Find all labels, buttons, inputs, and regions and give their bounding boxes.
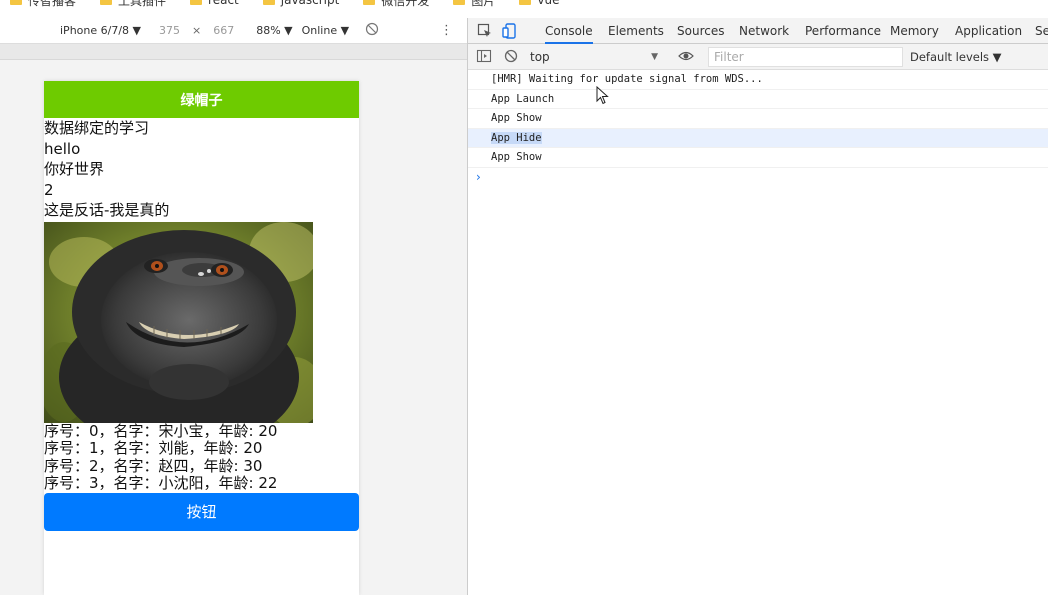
selected-text: App Hide — [491, 131, 542, 144]
folder-icon — [100, 0, 113, 5]
folder-icon — [190, 0, 203, 5]
tab-security[interactable]: Se — [1035, 24, 1048, 38]
dimension-separator: × — [192, 24, 202, 37]
bookmarks-bar: 传智播客 工具插件 react javascript 微信开发 图片 vue — [0, 0, 1048, 10]
console-output: [HMR] Waiting for update signal from WDS… — [468, 70, 1048, 186]
phone-viewport: 绿帽子 数据绑定的学习 hello 你好世界 2 这是反话-我是真的 序号：0，… — [44, 81, 359, 595]
bookmark-label: react — [208, 0, 239, 7]
eye-icon[interactable] — [678, 48, 694, 64]
list-item: 序号：2，名字：赵四，年龄: 30 — [44, 456, 263, 475]
text-line: 数据绑定的学习 — [44, 119, 150, 137]
list-item: 序号：0，名字：宋小宝，年龄: 20 — [44, 421, 278, 440]
tab-application[interactable]: Application — [955, 24, 1022, 38]
context-select[interactable]: top ▼ — [530, 48, 662, 66]
nav-bar: 绿帽子 — [44, 81, 359, 118]
more-options-icon[interactable]: ⋮ — [440, 23, 453, 38]
context-value: top — [530, 50, 550, 64]
text-line: 这是反话-我是真的 — [44, 201, 170, 220]
bookmark-label: 微信开发 — [381, 0, 430, 8]
bookmark-folder[interactable]: react — [190, 0, 239, 7]
bookmark-label: 传智播客 — [28, 0, 77, 8]
device-emulation-pane: iPhone 6/7/8 ▼ 375 × 667 88% ▼ Online ▼ … — [0, 18, 467, 595]
media-query-ruler — [0, 44, 467, 60]
folder-icon — [363, 0, 376, 5]
bookmark-folder[interactable]: javascript — [262, 0, 340, 7]
console-message: App Launch — [468, 90, 1048, 109]
text-line: 你好世界 — [44, 160, 105, 179]
bookmark-folder[interactable]: 传智播客 — [10, 0, 76, 9]
folder-icon — [262, 0, 275, 5]
console-toolbar: top ▼ Filter Default levels ▼ — [468, 44, 1048, 70]
screen: 传智播客 工具插件 react javascript 微信开发 图片 vue i… — [0, 0, 1048, 595]
bookmark-label: vue — [537, 0, 560, 7]
network-throttle-select[interactable]: Online ▼ — [302, 24, 349, 37]
tab-elements[interactable]: Elements — [608, 24, 664, 38]
bookmark-folder[interactable]: 图片 — [453, 0, 495, 9]
device-toolbar: iPhone 6/7/8 ▼ 375 × 667 88% ▼ Online ▼ … — [0, 18, 467, 44]
device-height-field[interactable]: 667 — [213, 24, 234, 37]
sidebar-toggle-icon[interactable] — [476, 48, 492, 64]
devtools-panel: Console Elements Sources Network Perform… — [467, 18, 1048, 595]
bookmark-folder[interactable]: vue — [519, 0, 559, 7]
bookmark-folder[interactable]: 工具插件 — [100, 0, 166, 9]
console-filter-input[interactable]: Filter — [708, 47, 903, 67]
tab-sources[interactable]: Sources — [677, 24, 724, 38]
mouse-cursor-icon — [596, 86, 609, 105]
clear-console-icon[interactable] — [503, 48, 519, 64]
log-levels-select[interactable]: Default levels ▼ — [910, 50, 1002, 64]
bookmark-label: 工具插件 — [118, 0, 167, 8]
zoom-select[interactable]: 88% ▼ — [256, 24, 292, 37]
nav-title: 绿帽子 — [180, 92, 223, 109]
tab-console[interactable]: Console — [545, 24, 593, 44]
inspect-element-icon[interactable] — [477, 23, 493, 39]
console-message-selected: App Hide — [468, 128, 1048, 148]
console-message: [HMR] Waiting for update signal from WDS… — [468, 70, 1048, 90]
console-prompt[interactable]: › — [468, 168, 1048, 186]
tab-network[interactable]: Network — [739, 24, 789, 38]
tab-performance[interactable]: Performance — [805, 24, 881, 38]
tab-memory[interactable]: Memory — [890, 24, 939, 38]
primary-button[interactable]: 按钮 — [44, 492, 359, 531]
monkey-image — [44, 221, 313, 423]
bookmark-label: javascript — [280, 0, 340, 7]
rotate-icon[interactable] — [365, 22, 379, 40]
text-line: 2 — [44, 180, 54, 199]
text-line: hello — [44, 139, 81, 158]
list-item: 序号：3，名字：小沈阳，年龄: 22 — [44, 474, 278, 493]
device-width-field[interactable]: 375 — [159, 24, 180, 37]
device-select[interactable]: iPhone 6/7/8 ▼ — [60, 24, 141, 37]
console-message: App Show — [468, 109, 1048, 129]
console-message: App Show — [468, 148, 1048, 168]
list-item: 序号：1，名字：刘能，年龄: 20 — [44, 439, 263, 458]
bookmark-label: 图片 — [471, 0, 496, 8]
dropdown-arrow-icon: ▼ — [651, 52, 658, 62]
folder-icon — [519, 0, 532, 5]
bookmark-folder[interactable]: 微信开发 — [363, 0, 429, 9]
devtools-tab-bar: Console Elements Sources Network Perform… — [468, 18, 1048, 44]
folder-icon — [10, 0, 22, 5]
folder-icon — [453, 0, 466, 5]
device-toggle-icon[interactable] — [502, 23, 518, 39]
